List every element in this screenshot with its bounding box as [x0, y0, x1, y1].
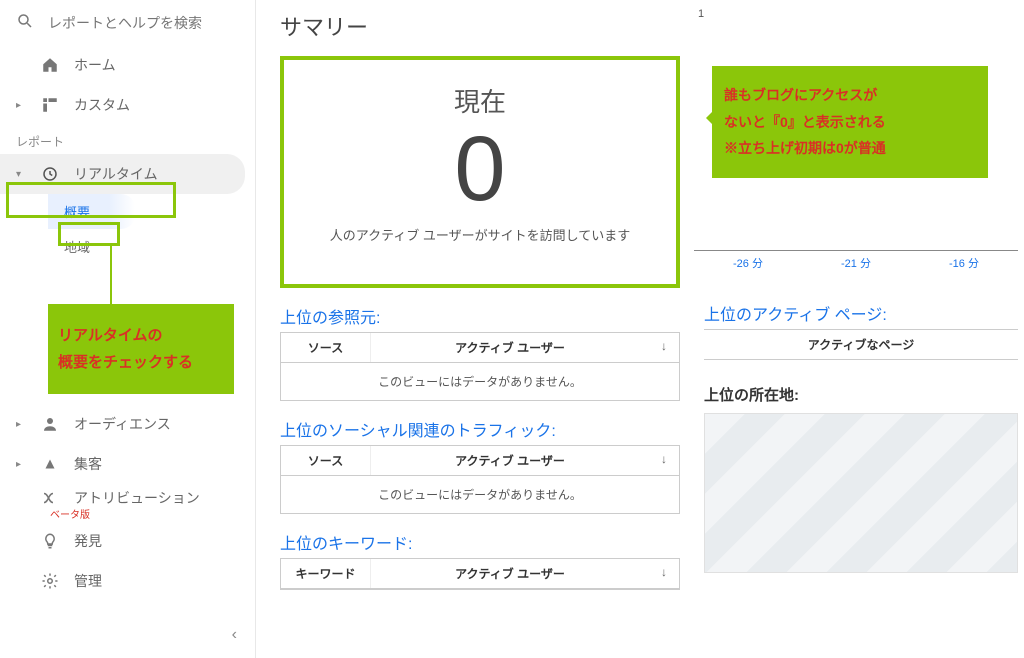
- tick: -21 分: [841, 255, 871, 271]
- custom-icon: [40, 96, 60, 114]
- panel-social: 上位のソーシャル関連のトラフィック: ソース アクティブ ユーザー ↓ このビュ…: [280, 417, 680, 514]
- nav-label: オーディエンス: [74, 414, 171, 434]
- nav-acquisition[interactable]: ▸ 集客: [0, 444, 255, 484]
- now-card: 現在 0 人のアクティブ ユーザーがサイトを訪問しています: [280, 56, 680, 288]
- nav-admin[interactable]: 管理: [0, 561, 255, 601]
- nav-label: 管理: [74, 571, 102, 591]
- nav-label: リアルタイム: [74, 164, 158, 184]
- panel-keyword: 上位のキーワード: キーワード アクティブ ユーザー ↓: [280, 530, 680, 590]
- col-active: アクティブ ユーザー: [371, 333, 649, 362]
- attribution-icon: [40, 489, 60, 507]
- chevron-down-icon: ▾: [16, 169, 26, 180]
- tick: -16 分: [949, 255, 979, 271]
- annotation-text: ※立ち上げ初期は0が普通: [724, 135, 976, 162]
- chevron-right-icon: ▸: [16, 419, 26, 430]
- annotation-left: リアルタイムの 概要をチェックする: [48, 304, 234, 394]
- nav-label: 集客: [74, 454, 102, 474]
- sort-arrow-icon[interactable]: ↓: [649, 559, 679, 588]
- time-axis: -26 分 -21 分 -16 分: [694, 250, 1018, 271]
- annotation-text: リアルタイムの: [58, 322, 224, 349]
- axis-mark: 1: [698, 8, 1018, 20]
- realtime-subitems: 概要 地域: [0, 194, 255, 264]
- sort-arrow-icon[interactable]: ↓: [649, 333, 679, 362]
- tick: -26 分: [733, 255, 763, 271]
- col-keyword: キーワード: [281, 559, 371, 588]
- home-icon: [40, 56, 60, 74]
- nav-home[interactable]: ホーム: [0, 45, 255, 85]
- col-source: ソース: [281, 446, 371, 475]
- panel-title-keyword[interactable]: 上位のキーワード:: [280, 530, 680, 554]
- annotation-text: 概要をチェックする: [58, 349, 224, 376]
- nav-discover[interactable]: 発見: [0, 521, 255, 561]
- nav-label: ホーム: [74, 55, 116, 75]
- bulb-icon: [40, 532, 60, 550]
- chevron-right-icon: ▸: [16, 100, 26, 111]
- col-active: アクティブ ユーザー: [371, 559, 649, 588]
- nav-realtime[interactable]: ▾ リアルタイム: [0, 154, 245, 194]
- annotation-right: 誰もブログにアクセスが ないと『0』と表示される ※立ち上げ初期は0が普通: [712, 66, 988, 178]
- panel-referral: 上位の参照元: ソース アクティブ ユーザー ↓ このビューにはデータがありませ…: [280, 304, 680, 401]
- col-active: アクティブ ユーザー: [371, 446, 649, 475]
- annotation-text: 誰もブログにアクセスが: [724, 82, 976, 109]
- acquisition-icon: [40, 455, 60, 473]
- section-label-report: レポート: [0, 125, 255, 154]
- sort-arrow-icon[interactable]: ↓: [649, 446, 679, 475]
- sub-overview[interactable]: 概要: [48, 194, 135, 229]
- nav-audience[interactable]: ▸ オーディエンス: [0, 404, 255, 444]
- panel-title-active-pages[interactable]: 上位のアクティブ ページ:: [704, 301, 1018, 325]
- panel-title-social[interactable]: 上位のソーシャル関連のトラフィック:: [280, 417, 680, 441]
- now-label: 現在: [294, 82, 666, 119]
- now-value: 0: [294, 123, 666, 215]
- annotation-connector: [110, 246, 112, 306]
- search-input[interactable]: [48, 15, 239, 31]
- nav-label: カスタム: [74, 95, 130, 115]
- sub-region[interactable]: 地域: [48, 229, 255, 264]
- search-icon: [16, 12, 34, 33]
- collapse-sidebar-icon[interactable]: ‹: [232, 626, 237, 644]
- map-placeholder[interactable]: [704, 413, 1018, 573]
- beta-badge: ベータ版: [50, 506, 255, 521]
- gear-icon: [40, 572, 60, 590]
- user-icon: [40, 415, 60, 433]
- col-active-page: アクティブなページ: [704, 329, 1018, 360]
- nav-custom[interactable]: ▸ カスタム: [0, 85, 255, 125]
- chevron-right-icon: ▸: [16, 459, 26, 470]
- nav-label: アトリビューション: [74, 488, 200, 508]
- annotation-text: ないと『0』と表示される: [724, 109, 976, 136]
- empty-msg: このビューにはデータがありません。: [281, 476, 679, 513]
- nav-label: 発見: [74, 531, 102, 551]
- clock-icon: [40, 165, 60, 183]
- panel-title-referral[interactable]: 上位の参照元:: [280, 304, 680, 328]
- search-row: [0, 0, 255, 45]
- now-subtext: 人のアクティブ ユーザーがサイトを訪問しています: [294, 225, 666, 244]
- panel-title-location: 上位の所在地:: [704, 384, 1018, 405]
- col-source: ソース: [281, 333, 371, 362]
- empty-msg: このビューにはデータがありません。: [281, 363, 679, 400]
